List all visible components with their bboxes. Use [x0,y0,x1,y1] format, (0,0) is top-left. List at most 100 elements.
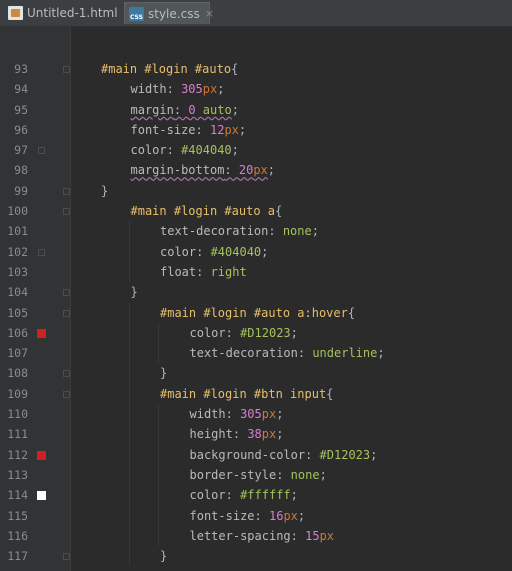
code-line[interactable]: 101 text-decoration: none; [0,221,512,242]
code-token: #main #login #auto a [130,204,276,219]
code-token: { [231,62,239,76]
line-number: 96 [14,122,28,137]
code-line[interactable]: 107 text-decoration: underline; [0,343,512,364]
fold-marker-icon[interactable] [63,66,70,73]
close-icon[interactable]: × [205,7,214,20]
code-token: ; [217,82,225,97]
code-token: 305 [181,82,203,97]
code-token: : [166,82,182,97]
code-line[interactable]: 109 #main #login #btn input{ [0,383,512,405]
code-token: 20 [238,163,254,178]
code-token: { [347,305,356,320]
fold-marker-icon[interactable] [63,309,70,317]
code-token: ; [238,122,247,137]
line-number: 112 [7,447,28,462]
fold-marker-icon[interactable] [63,553,70,561]
code-token: 12 [209,122,225,137]
code-text: } [160,546,167,566]
fold-marker-icon[interactable] [63,370,70,378]
code-text: } [101,181,108,201]
code-token: : [232,427,248,442]
code-text: #main #login #auto a{ [131,201,283,221]
line-number: 102 [7,244,28,259]
line-number: 97 [14,143,28,158]
code-token: #main #login #auto [101,62,232,76]
code-token: : [268,224,283,239]
code-token: text-decoration [160,224,269,239]
indent-guide [158,444,159,465]
code-line[interactable]: 94 width: 305px; [0,79,512,99]
code-token: background-color [189,447,306,462]
code-token: : [195,122,210,137]
code-token: : [305,447,320,462]
color-swatch-icon[interactable] [37,450,46,460]
tab-untitled-html[interactable]: Untitled-1.html × [4,2,132,24]
code-line[interactable]: 104} [0,282,512,302]
code-token: ; [319,467,327,482]
code-token: px [253,163,268,178]
code-line[interactable]: 117} [0,546,512,567]
code-token: letter-spacing [189,528,291,543]
code-line[interactable]: 98 margin-bottom: 20px; [0,160,512,180]
indent-guide [128,525,130,547]
indent-guide [128,221,130,242]
code-token: { [326,386,334,401]
indent-guide [158,343,159,364]
code-line[interactable]: 115 font-size: 16px; [0,505,512,526]
code-lines[interactable]: 93 #main #login #auto{94 width: 305px; 95 ma… [0,59,512,567]
code-line[interactable]: 99} [0,181,512,201]
tab-label: style.css [148,6,200,21]
code-line[interactable]: 111 height: 38px; [0,424,512,445]
code-line[interactable]: 97 color: #404040; [0,140,512,160]
code-token: width [189,407,226,422]
code-line[interactable]: 93 #main #login #auto{ [0,59,512,79]
code-token: : [225,407,241,422]
fold-marker-icon[interactable] [63,187,70,195]
indent-guide [128,464,130,486]
code-text: color: #404040; [131,140,239,160]
code-token: color [130,143,167,158]
code-line[interactable]: 116 letter-spacing: 15px [0,525,512,547]
line-number: 114 [7,488,28,503]
indent-guide [158,485,159,506]
line-number: 115 [7,508,28,523]
code-token: none [290,467,320,482]
code-token: : [290,528,306,543]
fold-marker-icon[interactable] [63,289,70,297]
indent-guide [128,241,130,262]
code-token: px [261,427,277,442]
code-token: ; [261,244,269,259]
code-line[interactable]: 96 font-size: 12px; [0,120,512,140]
color-swatch-icon[interactable] [37,328,46,338]
code-line[interactable]: 114 color: #ffffff; [0,485,512,506]
code-line[interactable]: 103 float: right [0,261,512,283]
code-line[interactable]: 106 color: #D12023; [0,322,512,344]
code-line[interactable]: 108} [0,363,512,384]
code-token: height [189,427,233,442]
tab-bar: Untitled-1.html × CSS style.css × [0,0,512,27]
fold-marker-icon[interactable] [63,208,70,216]
code-line[interactable]: 113 border-style: none; [0,464,512,486]
editor-area[interactable]: 93 #main #login #auto{94 width: 305px; 95 ma… [0,27,512,571]
code-line[interactable]: 102 color: #404040; [0,241,512,262]
tab-style-css[interactable]: CSS style.css × [124,2,214,24]
code-token: : [166,143,182,158]
code-line[interactable]: 100 #main #login #auto a{ [0,201,512,221]
code-line[interactable]: 105 #main #login #auto a:hover{ [0,302,512,323]
code-token: : [297,346,313,361]
line-number: 106 [7,325,28,340]
indent-guide [158,505,159,526]
indent-guide [128,383,130,405]
code-line[interactable]: 110 width: 305px; [0,404,512,425]
color-swatch-icon[interactable] [37,491,46,501]
fold-marker-icon[interactable] [63,390,70,398]
code-text: color: #404040; [160,242,268,262]
indent-guide [128,424,130,445]
code-token: #main #login #btn input [160,386,327,401]
gutter-marker-icon [38,147,45,155]
code-line[interactable]: 95 margin: 0 auto; [0,100,512,120]
code-text: border-style: none; [190,465,327,485]
code-line[interactable]: 112 background-color: #D12023; [0,444,512,465]
indent-guide [128,302,130,323]
code-text: float: right [160,262,247,282]
